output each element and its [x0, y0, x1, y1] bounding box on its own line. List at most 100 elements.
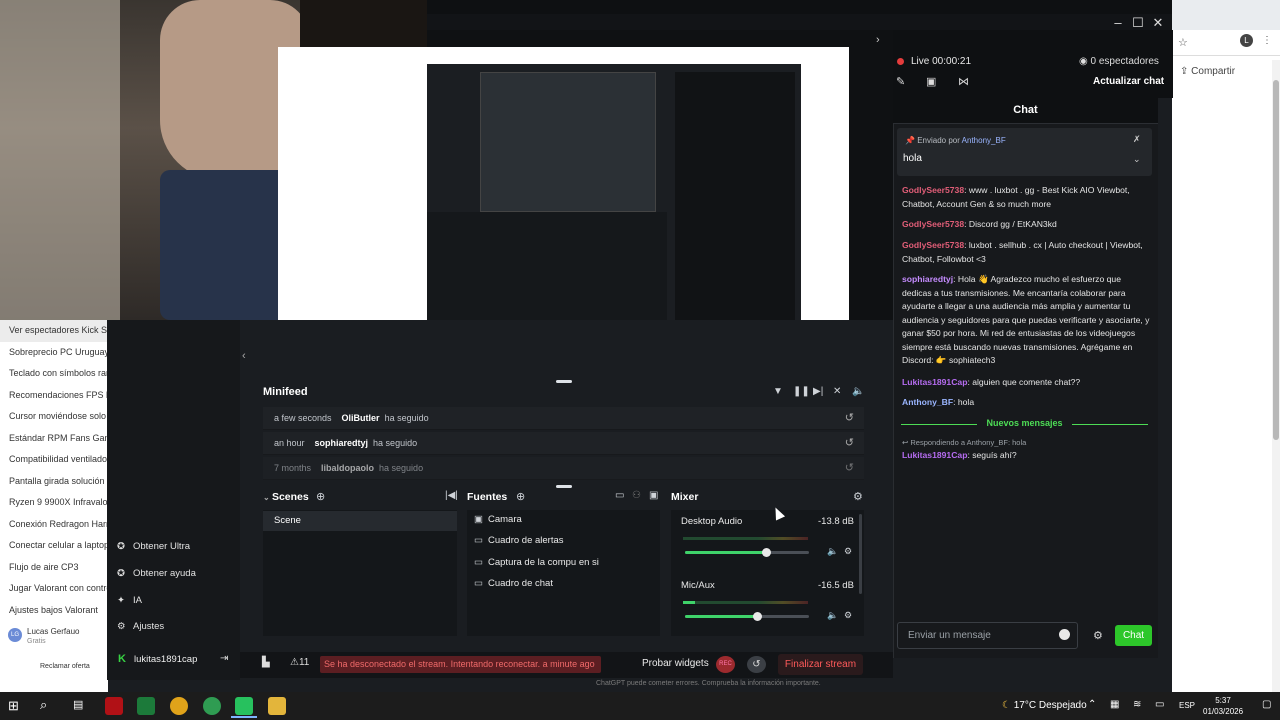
excel-icon[interactable]	[137, 697, 155, 715]
source-monitor-icon[interactable]: ▭	[615, 490, 624, 501]
sidebar-collapse-icon[interactable]: ‹	[242, 350, 246, 362]
volume-slider-knob[interactable]	[762, 548, 771, 557]
chat-input-box[interactable]	[897, 622, 1078, 649]
chat-username[interactable]: Lukitas1891Cap	[902, 377, 967, 387]
user-account-row[interactable]: K lukitas1891cap ⇥	[108, 648, 240, 672]
list-item[interactable]: Pantalla girada solución	[0, 471, 108, 493]
source-item[interactable]: ▭ Captura de la compu en si	[474, 557, 599, 568]
record-button[interactable]: REC	[716, 656, 735, 673]
chat-username[interactable]: sophiaredtyj	[902, 274, 953, 284]
list-item[interactable]: Jugar Valorant con contro	[0, 578, 108, 600]
list-item[interactable]: Estándar RPM Fans Game	[0, 428, 108, 450]
mixer-scrollbar[interactable]	[859, 514, 862, 594]
add-scene-icon[interactable]: ⊕	[316, 490, 325, 503]
list-item[interactable]: Sobreprecio PC Uruguay	[0, 342, 108, 364]
mixer-settings-gear-icon[interactable]: ⚙	[853, 490, 863, 503]
list-item[interactable]: Ajustes bajos Valorant	[0, 600, 108, 622]
feed-user[interactable]: sophiaredtyj	[315, 438, 369, 448]
file-explorer-icon[interactable]	[268, 697, 286, 715]
notifications-icon[interactable]: ▢	[1262, 699, 1271, 710]
source-item[interactable]: ▭ Cuadro de chat	[474, 578, 553, 589]
feed-user[interactable]: OliButler	[342, 413, 380, 423]
filter-icon[interactable]: ▼	[773, 386, 783, 397]
weather-widget[interactable]: ☾ 17°C Despejado	[1002, 700, 1087, 711]
skip-icon[interactable]: ▶|	[813, 386, 823, 397]
source-item[interactable]: ▭ Cuadro de alertas	[474, 535, 564, 546]
chat-message-input[interactable]	[898, 623, 1053, 648]
chrome-icon[interactable]	[170, 697, 188, 715]
app-red-icon[interactable]	[105, 697, 123, 715]
list-item[interactable]: Teclado con símbolos rar	[0, 363, 108, 385]
sidebar-item[interactable]: ✪ Obtener ayuda	[117, 568, 196, 579]
list-item[interactable]: Recomendaciones FPS ba	[0, 385, 108, 407]
sidebar-item[interactable]: ⚙ Ajustes	[117, 621, 164, 632]
mute-alerts-icon[interactable]: ✕	[833, 386, 841, 397]
pinned-message[interactable]: 📌 Enviado por Anthony_BF hola ✗ ⌄	[897, 128, 1152, 176]
sidebar-item[interactable]: ✪ Obtener Ultra	[117, 541, 190, 552]
source-link-icon[interactable]: ⚇	[632, 490, 641, 501]
share-icon[interactable]: ⋈	[958, 75, 969, 88]
repeat-alert-icon[interactable]: ↺	[845, 457, 854, 480]
tray-chevron-icon[interactable]: ⌃	[1088, 699, 1096, 710]
speaker-icon[interactable]: 🔈	[827, 546, 838, 557]
list-item[interactable]: Flujo de aire CP3	[0, 557, 108, 579]
scene-layout-icon[interactable]: |◀|	[445, 490, 458, 501]
search-icon[interactable]: ⌕	[40, 697, 47, 713]
warning-count[interactable]: ⚠11	[290, 657, 309, 668]
add-source-icon[interactable]: ⊕	[516, 490, 525, 503]
chat-username[interactable]: GodlySeer5738	[902, 185, 964, 195]
unpin-icon[interactable]: ✗	[1133, 134, 1141, 145]
logout-icon[interactable]: ⇥	[220, 653, 228, 664]
pause-icon[interactable]: ❚❚	[793, 386, 810, 397]
maximize-icon[interactable]: ☐	[1128, 15, 1148, 31]
chrome-profile-icon[interactable]	[203, 697, 221, 715]
volume-slider-knob[interactable]	[753, 612, 762, 621]
bookmark-star-icon[interactable]: ☆	[1178, 36, 1188, 49]
dock-resize-handle[interactable]	[556, 485, 572, 488]
list-item[interactable]: Cursor moviéndose solo	[0, 406, 108, 428]
camera-icon[interactable]: ▣	[926, 75, 936, 88]
source-item[interactable]: ▣ Camara	[474, 514, 522, 525]
chat-settings-gear-icon[interactable]: ⚙	[1093, 629, 1103, 642]
emoji-icon[interactable]	[1059, 629, 1070, 640]
network-icon[interactable]: ▦	[1110, 699, 1119, 710]
share-button[interactable]: ⇪ Compartir	[1180, 66, 1235, 77]
volume-icon[interactable]: 🔈	[852, 386, 864, 397]
chat-username[interactable]: GodlySeer5738	[902, 240, 964, 250]
scrollbar-thumb[interactable]	[1273, 80, 1279, 440]
scene-item[interactable]: Scene	[263, 511, 457, 531]
channel-settings-gear-icon[interactable]: ⚙	[844, 610, 852, 621]
channel-settings-gear-icon[interactable]: ⚙	[844, 546, 852, 557]
sidebar-item[interactable]: ✦ IA	[117, 595, 142, 606]
profile-avatar[interactable]: L	[1240, 34, 1253, 47]
battery-icon[interactable]: ▭	[1155, 699, 1164, 710]
source-folder-icon[interactable]: ▣	[649, 490, 658, 501]
replay-buffer-icon[interactable]: ↺	[747, 656, 766, 673]
more-menu-icon[interactable]: ⋮	[1262, 35, 1272, 46]
chat-username[interactable]: Anthony_BF	[902, 397, 953, 407]
update-chat-button[interactable]: Actualizar chat	[1093, 76, 1164, 87]
windows-start-icon[interactable]: ⊞	[8, 698, 19, 714]
collapse-icon[interactable]: ⌄	[263, 493, 272, 502]
browser-scrollbar[interactable]	[1272, 60, 1280, 692]
stats-icon[interactable]: ▙	[262, 657, 270, 668]
repeat-alert-icon[interactable]: ↺	[845, 407, 854, 430]
list-item[interactable]: Ver espectadores Kick Str	[0, 320, 108, 342]
dock-resize-handle[interactable]	[556, 380, 572, 383]
repeat-alert-icon[interactable]: ↺	[845, 432, 854, 455]
edit-icon[interactable]: ✎	[896, 75, 905, 88]
collapse-chevron-icon[interactable]: ›	[876, 34, 880, 46]
feed-user[interactable]: libaldopaolo	[321, 463, 374, 473]
claim-offer-button[interactable]: Reclamar oferta	[40, 663, 90, 670]
streaming-app-icon[interactable]	[235, 697, 253, 715]
list-item[interactable]: Compatibilidad ventilado	[0, 449, 108, 471]
close-icon[interactable]: ✕	[1148, 15, 1168, 31]
minimize-icon[interactable]: –	[1108, 15, 1128, 30]
wifi-icon[interactable]: ≋	[1133, 699, 1141, 710]
chevron-down-icon[interactable]: ⌄	[1133, 154, 1141, 165]
test-widgets-button[interactable]: Probar widgets	[642, 658, 709, 669]
clock[interactable]: 5:37 01/03/2026	[1203, 695, 1243, 717]
language-indicator[interactable]: ESP	[1179, 701, 1195, 710]
chat-username[interactable]: GodlySeer5738	[902, 219, 964, 229]
speaker-icon[interactable]: 🔈	[827, 610, 838, 621]
